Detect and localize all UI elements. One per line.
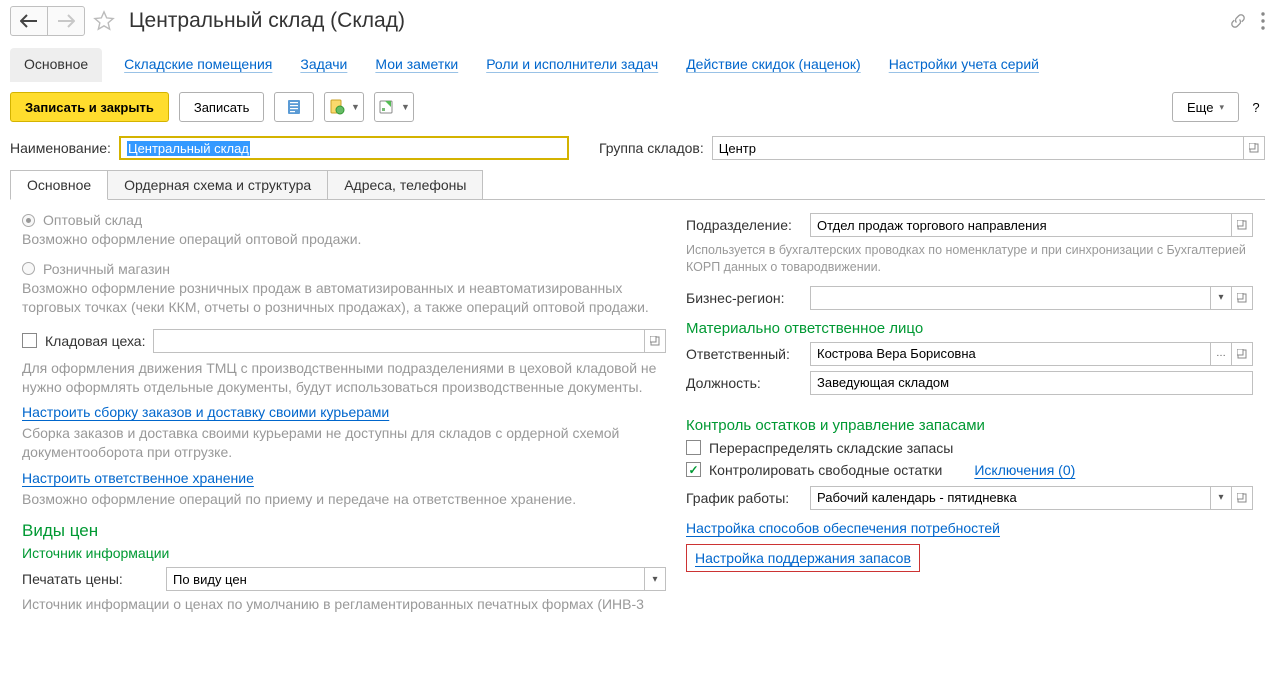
document-dropdown-button[interactable]: ▼ (324, 92, 364, 122)
group-input[interactable] (712, 136, 1244, 160)
schedule-dropdown[interactable]: ▾ (1210, 486, 1232, 510)
wholesale-radio[interactable] (22, 214, 35, 227)
workshop-input[interactable] (153, 329, 645, 353)
chevron-down-icon: ▼ (401, 102, 410, 112)
workshop-checkbox[interactable] (22, 333, 37, 348)
supply-settings-link[interactable]: Настройка способов обеспечения потребнос… (686, 520, 1000, 536)
nav-tab-discounts[interactable]: Действие скидок (наценок) (684, 50, 862, 82)
retail-radio[interactable] (22, 262, 35, 275)
stock-heading: Контроль остатков и управление запасами (686, 417, 1253, 434)
region-label: Бизнес-регион: (686, 290, 804, 306)
region-input[interactable] (810, 286, 1211, 310)
left-column: Оптовый склад Возможно оформление операц… (22, 208, 666, 612)
workshop-help: Для оформления движения ТМЦ с производст… (22, 359, 666, 397)
dept-label: Подразделение: (686, 217, 804, 233)
nav-buttons (10, 6, 85, 36)
kebab-menu-icon[interactable] (1261, 12, 1265, 30)
maintain-stock-highlight-box: Настройка поддержания запасов (686, 544, 920, 572)
save-button[interactable]: Записать (179, 92, 265, 122)
inner-tabs: Основное Ордерная схема и структура Адре… (10, 170, 1265, 200)
responsible-label: Ответственный: (686, 346, 804, 362)
nav-tab-premises[interactable]: Складские помещения (122, 50, 274, 82)
wholesale-radio-row: Оптовый склад (22, 212, 666, 228)
link-icon[interactable] (1229, 12, 1247, 30)
print-prices-input[interactable] (166, 567, 645, 591)
wholesale-radio-label: Оптовый склад (43, 212, 142, 228)
control-checkbox[interactable] (686, 462, 701, 477)
nav-tab-main[interactable]: Основное (10, 48, 102, 82)
inner-tab-order[interactable]: Ордерная схема и структура (107, 170, 328, 200)
nav-tab-roles[interactable]: Роли и исполнители задач (484, 50, 660, 82)
retail-help: Возможно оформление розничных продаж в а… (22, 279, 666, 317)
workshop-row: Кладовая цеха: (22, 329, 666, 353)
nav-tab-notes[interactable]: Мои заметки (373, 50, 460, 82)
forward-button[interactable] (47, 6, 85, 36)
custody-help: Возможно оформление операций по приему и… (22, 490, 666, 509)
control-label: Контролировать свободные остатки (709, 462, 942, 478)
responsible-ellipsis-button[interactable]: … (1210, 342, 1232, 366)
retail-radio-label: Розничный магазин (43, 261, 170, 277)
position-input[interactable] (810, 371, 1253, 395)
back-button[interactable] (10, 6, 48, 36)
print-prices-label: Печатать цены: (22, 571, 160, 587)
main-nav-tabs: Основное Складские помещения Задачи Мои … (0, 40, 1275, 82)
schedule-input[interactable] (810, 486, 1211, 510)
schedule-open-button[interactable] (1231, 486, 1253, 510)
more-button[interactable]: Еще ▾ (1172, 92, 1239, 122)
region-open-button[interactable] (1231, 286, 1253, 310)
region-dropdown[interactable]: ▾ (1210, 286, 1232, 310)
dept-help: Используется в бухгалтерских проводках п… (686, 242, 1253, 276)
group-label: Группа складов: (599, 140, 704, 156)
custody-link[interactable]: Настроить ответственное хранение (22, 470, 254, 486)
main-content: Оптовый склад Возможно оформление операц… (10, 199, 1265, 620)
workshop-open-button[interactable] (644, 329, 666, 353)
report-dropdown-button[interactable]: ▼ (374, 92, 414, 122)
responsible-input[interactable] (810, 342, 1211, 366)
dept-input[interactable] (810, 213, 1232, 237)
help-button[interactable]: ? (1247, 92, 1265, 122)
retail-radio-row: Розничный магазин (22, 261, 666, 277)
inner-tab-main[interactable]: Основное (10, 170, 108, 200)
responsible-open-button[interactable] (1231, 342, 1253, 366)
dept-open-button[interactable] (1231, 213, 1253, 237)
save-and-close-button[interactable]: Записать и закрыть (10, 92, 169, 122)
exceptions-link[interactable]: Исключения (0) (974, 462, 1075, 478)
workshop-label: Кладовая цеха: (45, 333, 145, 349)
name-input[interactable]: Центральный склад (119, 136, 569, 160)
favorite-star-icon[interactable] (91, 8, 117, 34)
group-open-button[interactable] (1243, 136, 1265, 160)
truncated-help: Источник информации о ценах по умолчанию… (22, 596, 666, 612)
courier-link[interactable]: Настроить сборку заказов и доставку свои… (22, 404, 389, 420)
name-label: Наименование: (10, 140, 111, 156)
inner-tab-addresses[interactable]: Адреса, телефоны (327, 170, 483, 200)
responsible-heading: Материально ответственное лицо (686, 320, 1253, 337)
page-title: Центральный склад (Склад) (129, 9, 405, 33)
chevron-down-icon: ▼ (351, 102, 360, 112)
prices-heading: Виды цен (22, 521, 666, 541)
schedule-label: График работы: (686, 490, 804, 506)
chevron-down-icon: ▾ (1219, 102, 1224, 113)
redistribute-label: Перераспределять складские запасы (709, 440, 953, 456)
wholesale-help: Возможно оформление операций оптовой про… (22, 230, 666, 249)
nav-tab-tasks[interactable]: Задачи (298, 50, 349, 82)
action-bar: Записать и закрыть Записать ▼ ▼ Еще ▾ ? (0, 82, 1275, 132)
list-icon-button[interactable] (274, 92, 314, 122)
right-column: Подразделение: Используется в бухгалтерс… (686, 208, 1253, 612)
header-actions (1229, 12, 1265, 30)
maintain-stock-link[interactable]: Настройка поддержания запасов (695, 550, 911, 566)
prices-source-heading: Источник информации (22, 545, 666, 561)
more-button-label: Еще (1187, 100, 1213, 115)
nav-tab-series[interactable]: Настройки учета серий (887, 50, 1041, 82)
title-bar: Центральный склад (Склад) (0, 0, 1275, 40)
redistribute-checkbox[interactable] (686, 440, 701, 455)
name-group-row: Наименование: Центральный склад Группа с… (0, 132, 1275, 164)
name-input-selection: Центральный склад (127, 141, 250, 156)
print-prices-dropdown[interactable]: ▾ (644, 567, 666, 591)
position-label: Должность: (686, 375, 804, 391)
courier-help: Сборка заказов и доставка своими курьера… (22, 424, 666, 462)
